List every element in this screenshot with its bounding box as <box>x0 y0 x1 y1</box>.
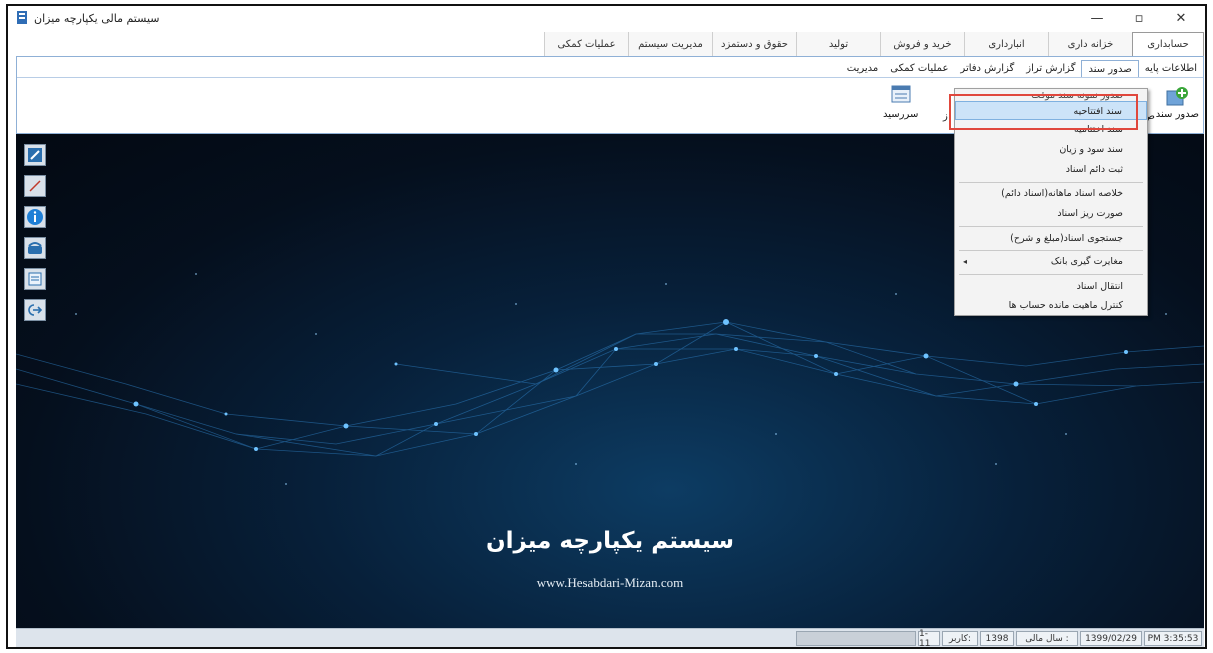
issue-document-button[interactable]: صدور سند <box>1156 85 1199 120</box>
document-icon <box>28 272 42 286</box>
menu-separator <box>959 250 1143 251</box>
subtab-helper-operations[interactable]: عملیات کمکی <box>884 60 954 77</box>
title-bar: سیستم مالی یکپارچه میزان — ▫ ✕ <box>8 6 1205 32</box>
tab-warehouse[interactable]: انبارداری <box>964 32 1048 56</box>
exit-button[interactable] <box>24 299 46 321</box>
menu-item-document-search[interactable]: جستجوی اسناد(مبلغ و شرح) <box>955 229 1147 248</box>
tab-system-management[interactable]: مدیریت سیستم <box>628 32 712 56</box>
menu-item-monthly-summary[interactable]: خلاصه اسناد ماهانه(اسناد دائم) <box>955 184 1147 203</box>
menu-item-document-details[interactable]: صورت ریز اسناد <box>955 204 1147 223</box>
diagonal-arrow-icon <box>28 148 42 162</box>
subtab-basic-info[interactable]: اطلاعات پایه <box>1139 60 1203 77</box>
subtab-trial-balance-report[interactable]: گزارش تراز <box>1020 60 1081 77</box>
tab-payroll[interactable]: حقوق و دستمزد <box>712 32 796 56</box>
tab-helper-operations[interactable]: عملیات کمکی <box>544 32 628 56</box>
status-blurred-field <box>796 631 916 646</box>
tab-treasury[interactable]: خزانه داری <box>1048 32 1132 56</box>
menu-separator <box>959 182 1143 183</box>
status-bar: PM 3:35:53 1399/02/29 سال مالی : 1398 کا… <box>16 628 1204 647</box>
menu-item-permanent-registration[interactable]: ثبت دائم اسناد <box>955 160 1147 179</box>
app-window: سیستم مالی یکپارچه میزان — ▫ ✕ حسابداری … <box>6 4 1207 649</box>
ribbon-partial-label-2: ز <box>943 111 948 122</box>
issue-document-label: صدور سند <box>1155 109 1199 120</box>
close-button[interactable]: ✕ <box>1161 8 1201 28</box>
status-date: 1399/02/29 <box>1080 631 1142 646</box>
minimize-button[interactable]: — <box>1077 8 1117 28</box>
tool-button-2[interactable] <box>24 175 46 197</box>
submenu-arrow-icon: ◂ <box>963 257 968 266</box>
pencil-icon <box>29 180 41 192</box>
subtab-ledger-report[interactable]: گزارش دفاتر <box>954 60 1020 77</box>
tab-accounting[interactable]: حسابداری <box>1132 32 1204 56</box>
document-button[interactable] <box>24 268 46 290</box>
brand-title: سیستم یکپارچه میزان <box>485 528 735 554</box>
brand-url: www.Hesabdari-Mizan.com <box>536 575 684 590</box>
subtab-management[interactable]: مدیریت <box>841 60 885 77</box>
status-time: PM 3:35:53 <box>1144 631 1202 646</box>
info-icon <box>27 209 43 225</box>
status-fiscal-year-label: سال مالی : <box>1016 631 1078 646</box>
left-toolbar <box>24 144 46 330</box>
window-title: سیستم مالی یکپارچه میزان <box>34 12 160 25</box>
info-button[interactable] <box>24 206 46 228</box>
due-date-button[interactable]: سررسید <box>883 83 918 120</box>
phone-icon <box>28 242 42 254</box>
phone-button[interactable] <box>24 237 46 259</box>
menu-item-transfer-documents[interactable]: انتقال اسناد <box>955 277 1147 296</box>
due-date-icon <box>891 85 911 103</box>
menu-item-profit-loss-document[interactable]: سند سود و زیان <box>955 140 1147 159</box>
maximize-button[interactable]: ▫ <box>1119 8 1159 28</box>
tab-production[interactable]: تولید <box>796 32 880 56</box>
exit-icon <box>28 304 43 316</box>
menu-separator <box>959 226 1143 227</box>
main-menu: حسابداری خزانه داری انبارداری خرید و فرو… <box>16 32 1204 56</box>
ribbon-sub-tabs: اطلاعات پایه صدور سند گزارش تراز گزارش د… <box>841 60 1203 77</box>
minimize-icon: — <box>1090 10 1104 26</box>
menu-item-balance-nature-control[interactable]: کنترل ماهیت مانده حساب ها <box>955 296 1147 315</box>
menu-separator <box>959 274 1143 275</box>
close-icon: ✕ <box>1175 10 1187 26</box>
status-user-label: کاربر: <box>942 631 978 646</box>
status-user-value: 1-11 <box>918 629 940 647</box>
ribbon-divider <box>17 77 1203 78</box>
maximize-icon: ▫ <box>1134 10 1144 26</box>
highlight-annotation <box>949 94 1138 130</box>
tab-purchase-sales[interactable]: خرید و فروش <box>880 32 964 56</box>
subtab-issue-document[interactable]: صدور سند <box>1081 60 1139 77</box>
due-date-label: سررسید <box>883 109 919 120</box>
status-fiscal-year: 1398 <box>980 631 1014 646</box>
menu-item-bank-reconciliation[interactable]: مغایرت گیری بانک <box>955 252 1147 271</box>
tool-button-1[interactable] <box>24 144 46 166</box>
add-document-icon <box>1166 87 1189 106</box>
app-icon <box>17 11 27 24</box>
